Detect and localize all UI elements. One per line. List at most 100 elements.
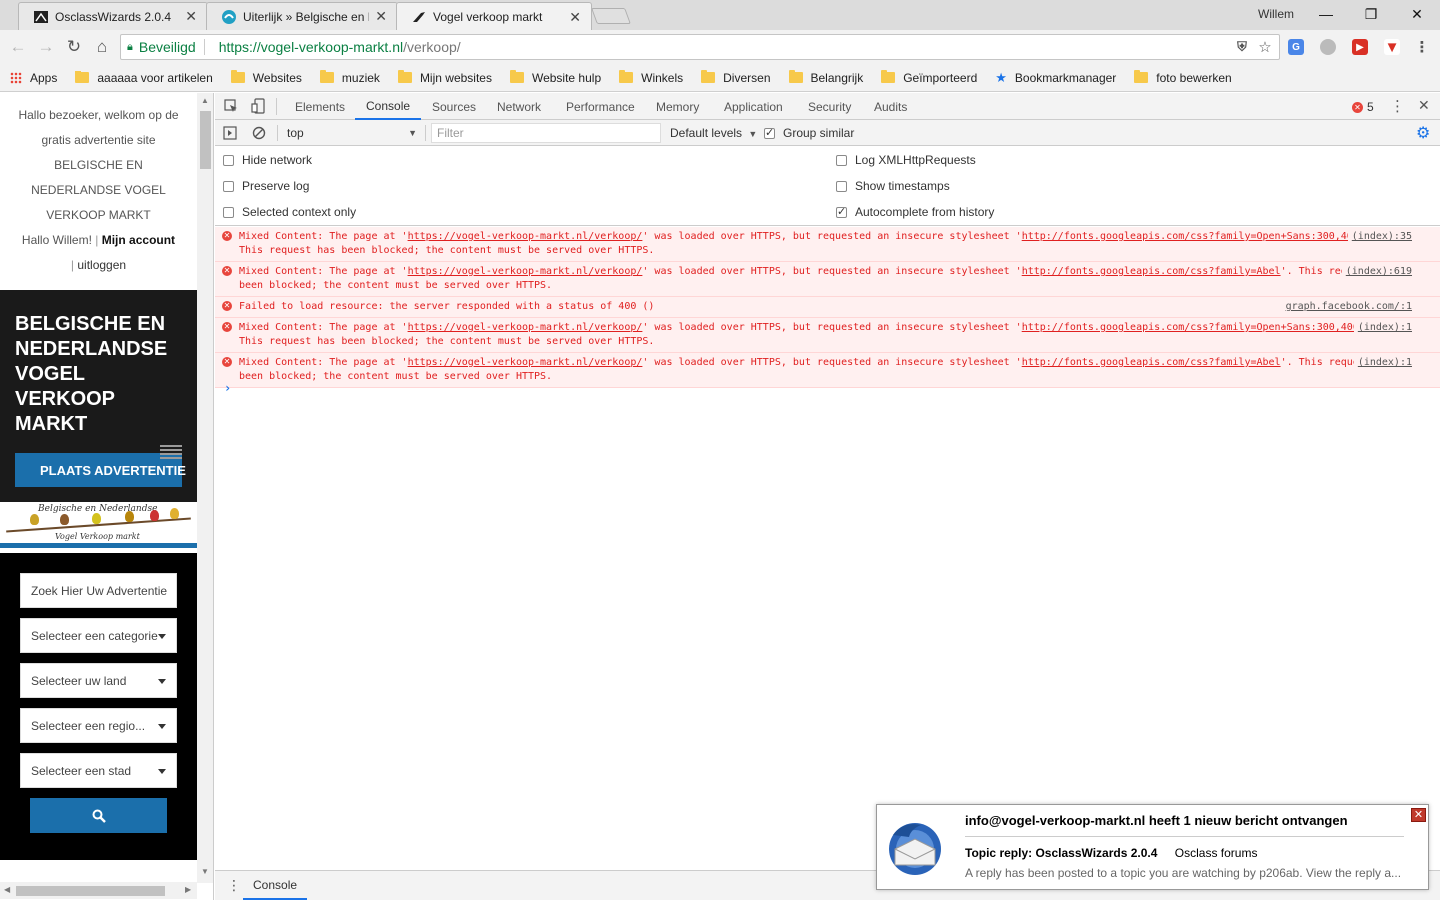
devtools-menu-icon[interactable]: ⋮ bbox=[1390, 97, 1405, 115]
restore-icon[interactable]: ❐ bbox=[1354, 3, 1388, 25]
scrollbar-thumb[interactable] bbox=[16, 886, 165, 896]
preserve-log-checkbox[interactable]: Preserve log bbox=[223, 179, 309, 193]
hamburger-menu-icon[interactable] bbox=[160, 445, 182, 459]
tab-application[interactable]: Application bbox=[724, 93, 783, 120]
page-vertical-scrollbar[interactable]: ▲ ▼ bbox=[197, 93, 213, 883]
minimize-icon[interactable]: — bbox=[1309, 3, 1343, 25]
message-source-link[interactable]: (index):1 bbox=[1353, 356, 1412, 370]
home-icon[interactable]: ⌂ bbox=[92, 37, 112, 57]
log-xhr-checkbox[interactable]: Log XMLHttpRequests bbox=[836, 153, 976, 167]
tab-close-icon[interactable]: ✕ bbox=[185, 8, 197, 25]
logout-link[interactable]: uitloggen bbox=[77, 258, 126, 272]
bookmark-folder[interactable]: Websites bbox=[230, 70, 302, 85]
msg-resource-link[interactable]: http://fonts.googleapis.com/css?family=A… bbox=[1022, 357, 1281, 368]
clear-console-icon[interactable] bbox=[252, 126, 266, 143]
console-prompt-icon[interactable]: › bbox=[224, 381, 231, 395]
filter-input[interactable]: Filter bbox=[431, 123, 661, 143]
checkbox-box[interactable] bbox=[836, 180, 847, 192]
scroll-left-icon[interactable]: ◀ bbox=[4, 885, 10, 894]
drawer-tab-console[interactable]: Console bbox=[243, 871, 308, 900]
site-logo[interactable]: Belgische en Nederlandse Vogel Verkoop m… bbox=[0, 502, 197, 548]
msg-resource-link[interactable]: http://fonts.googleapis.com/css?family=O… bbox=[1022, 231, 1383, 242]
red-extension-icon[interactable]: ▶ bbox=[1352, 39, 1368, 55]
tab-console[interactable]: Console bbox=[355, 93, 422, 120]
scroll-up-icon[interactable]: ▲ bbox=[201, 96, 209, 105]
search-input[interactable]: Zoek Hier Uw Advertentie bbox=[20, 573, 177, 608]
bookmark-folder[interactable]: Geïmporteerd bbox=[881, 70, 977, 85]
checkbox-box[interactable] bbox=[836, 205, 847, 218]
msg-page-link[interactable]: https://vogel-verkoop-markt.nl/verkoop/ bbox=[408, 266, 643, 277]
msg-page-link[interactable]: https://vogel-verkoop-markt.nl/verkoop/ bbox=[408, 357, 643, 368]
category-select[interactable]: Selecteer een categorie bbox=[20, 618, 177, 653]
message-source-link[interactable]: (index):35 bbox=[1347, 230, 1412, 244]
post-ad-button[interactable]: PLAATS ADVERTENTIE bbox=[15, 453, 186, 487]
tab-uiterlijk[interactable]: Uiterlijk » Belgische en Ne ✕ bbox=[206, 2, 398, 30]
city-select[interactable]: Selecteer een stad bbox=[20, 753, 177, 788]
checkbox-box[interactable] bbox=[223, 180, 234, 192]
msg-resource-link[interactable]: http://fonts.googleapis.com/css?family=A… bbox=[1022, 266, 1281, 277]
mail-notification[interactable]: ✕ info@vogel-verkoop-markt.nl heeft 1 ni… bbox=[876, 804, 1429, 890]
device-toolbar-icon[interactable] bbox=[251, 98, 265, 117]
bookmark-folder[interactable]: Belangrijk bbox=[788, 70, 863, 85]
devtools-close-icon[interactable]: ✕ bbox=[1418, 97, 1430, 114]
checkbox-box[interactable] bbox=[223, 206, 234, 218]
checkbox-box[interactable] bbox=[764, 126, 775, 139]
tab-elements[interactable]: Elements bbox=[295, 93, 345, 120]
checkbox-box[interactable] bbox=[836, 154, 847, 166]
bookmark-folder[interactable]: Diversen bbox=[701, 70, 771, 85]
new-tab-button[interactable] bbox=[591, 8, 631, 24]
tab-memory[interactable]: Memory bbox=[656, 93, 699, 120]
page-horizontal-scrollbar[interactable]: ◀ ▶ bbox=[0, 882, 197, 899]
back-icon[interactable]: ← bbox=[8, 37, 28, 57]
region-select[interactable]: Selecteer een regio... bbox=[20, 708, 177, 743]
inspect-element-icon[interactable] bbox=[224, 99, 238, 116]
tab-performance[interactable]: Performance bbox=[566, 93, 635, 120]
tab-sources[interactable]: Sources bbox=[432, 93, 476, 120]
console-settings-gear-icon[interactable]: ⚙ bbox=[1416, 123, 1430, 143]
bookmark-folder[interactable]: muziek bbox=[319, 70, 380, 85]
star-bookmark-icon[interactable]: ☆ bbox=[1257, 39, 1273, 56]
tab-close-icon[interactable]: ✕ bbox=[375, 8, 387, 25]
bookmark-folder[interactable]: Website hulp bbox=[509, 70, 601, 85]
bookmark-folder[interactable]: Winkels bbox=[619, 70, 683, 85]
message-source-link[interactable]: graph.facebook.com/:1 bbox=[1281, 300, 1412, 314]
msg-resource-link[interactable]: http://fonts.googleapis.com/css?family=O… bbox=[1022, 322, 1383, 333]
context-select[interactable]: top ▼ bbox=[287, 124, 417, 142]
country-select[interactable]: Selecteer uw land bbox=[20, 663, 177, 698]
scroll-right-icon[interactable]: ▶ bbox=[185, 885, 191, 894]
bookmark-folder[interactable]: Mijn websites bbox=[397, 70, 492, 85]
bookmark-apps[interactable]: Apps bbox=[10, 71, 57, 85]
translate-extension-icon[interactable]: G bbox=[1288, 39, 1304, 55]
bookmark-folder[interactable]: foto bewerken bbox=[1134, 70, 1232, 85]
reload-icon[interactable]: ↻ bbox=[64, 37, 84, 57]
levels-select[interactable]: Default levels ▼ bbox=[670, 126, 757, 140]
search-button[interactable] bbox=[30, 798, 167, 833]
profile-name[interactable]: Willem bbox=[1258, 7, 1294, 21]
grey-extension-icon[interactable] bbox=[1320, 39, 1336, 55]
my-account-link[interactable]: Mijn account bbox=[102, 233, 175, 247]
msg-page-link[interactable]: https://vogel-verkoop-markt.nl/verkoop/ bbox=[408, 322, 643, 333]
scrollbar-thumb[interactable] bbox=[200, 111, 211, 169]
checkbox-box[interactable] bbox=[223, 154, 234, 166]
bookmark-manager[interactable]: ★ Bookmarkmanager bbox=[995, 70, 1116, 86]
sidebar-toggle-icon[interactable] bbox=[223, 126, 237, 143]
tab-osclasswizards[interactable]: OsclassWizards 2.0.4 ✕ bbox=[18, 2, 208, 30]
group-similar-checkbox[interactable]: Group similar bbox=[764, 126, 854, 140]
message-source-link[interactable]: (index):1 bbox=[1353, 321, 1412, 335]
msg-page-link[interactable]: https://vogel-verkoop-markt.nl/verkoop/ bbox=[408, 231, 643, 242]
forward-icon[interactable]: → bbox=[36, 37, 56, 57]
selected-context-checkbox[interactable]: Selected context only bbox=[223, 205, 356, 219]
notification-close-icon[interactable]: ✕ bbox=[1411, 808, 1426, 822]
hide-network-checkbox[interactable]: Hide network bbox=[223, 153, 312, 167]
show-timestamps-checkbox[interactable]: Show timestamps bbox=[836, 179, 950, 193]
shield-extension-icon[interactable]: ▼ bbox=[1384, 39, 1400, 56]
scroll-down-icon[interactable]: ▼ bbox=[201, 867, 209, 876]
tab-vogel-verkoop[interactable]: Vogel verkoop markt ✕ bbox=[396, 2, 592, 31]
chrome-menu-icon[interactable]: ⋮ bbox=[1414, 39, 1430, 56]
tab-audits[interactable]: Audits bbox=[874, 93, 907, 120]
tab-close-icon[interactable]: ✕ bbox=[569, 9, 581, 26]
message-source-link[interactable]: (index):619 bbox=[1341, 265, 1412, 279]
bookmark-folder[interactable]: aaaaaa voor artikelen bbox=[75, 70, 213, 85]
drawer-menu-icon[interactable]: ⋮ bbox=[227, 877, 241, 894]
tab-security[interactable]: Security bbox=[808, 93, 851, 120]
